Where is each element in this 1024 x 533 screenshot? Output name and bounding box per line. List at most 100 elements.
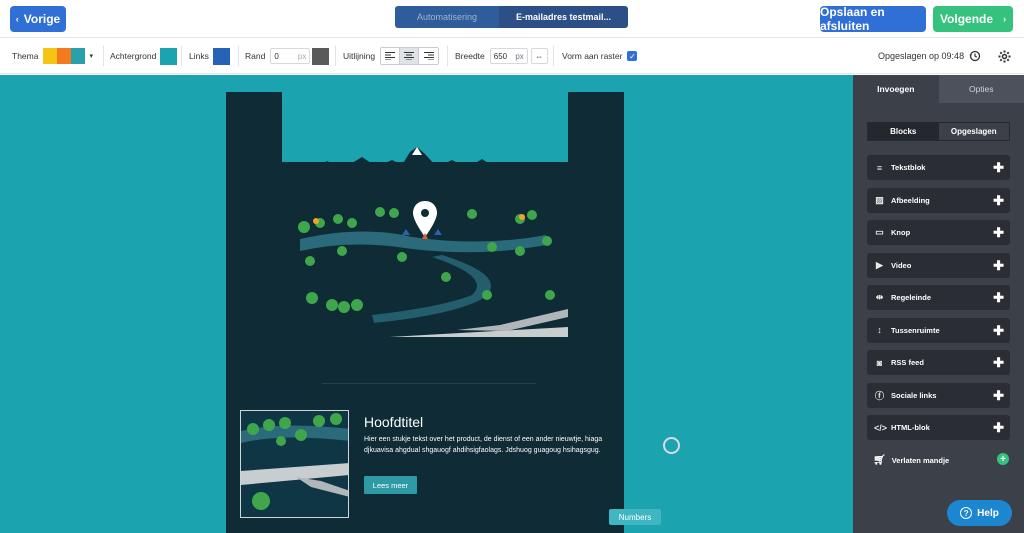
- add-icon[interactable]: +: [997, 453, 1009, 465]
- add-icon[interactable]: ✚: [993, 388, 1004, 404]
- email-body-text[interactable]: Hier een stukje tekst over het product, …: [364, 434, 604, 456]
- question-icon: ?: [960, 507, 973, 519]
- add-icon[interactable]: ✚: [993, 160, 1004, 176]
- chevron-down-icon: ▾: [89, 53, 93, 60]
- theme-label: Thema: [12, 51, 39, 61]
- top-bar: ‹ Vorige Automatisering E-mailadres test…: [0, 0, 1024, 38]
- block-spacer[interactable]: ↕ Tussenruimte ✚: [867, 317, 1010, 343]
- block-label: HTML-blok: [891, 423, 930, 432]
- block-text[interactable]: ≡ Tekstblok ✚: [867, 155, 1010, 180]
- step-test-email[interactable]: E-mailadres testmail...: [499, 6, 628, 28]
- block-label: Afbeelding: [891, 195, 930, 205]
- add-icon[interactable]: ✚: [993, 290, 1004, 306]
- chevron-right-icon: ›: [1003, 14, 1007, 24]
- save-close-button[interactable]: Opslaan en afsluiten: [820, 5, 926, 33]
- previous-button[interactable]: ‹ Vorige: [10, 6, 66, 32]
- block-label: Tussenruimte: [891, 325, 940, 335]
- grid-control[interactable]: Vorm aan raster ✓: [562, 38, 638, 74]
- style-toolbar: Thema ▾ Achtergrond Links Rand 0 px Uitl…: [0, 38, 1024, 74]
- width-input[interactable]: 650 px: [489, 48, 528, 64]
- add-icon[interactable]: ✚: [993, 420, 1004, 436]
- chevron-left-icon: ‹: [15, 14, 19, 24]
- block-social[interactable]: ⓕ Sociale links ✚: [867, 382, 1010, 408]
- blocks-panel: Invoegen Opties Blocks Opgeslagen ≡ Teks…: [853, 75, 1024, 533]
- align-center-icon[interactable]: [400, 48, 420, 64]
- grid-checkbox[interactable]: ✓: [627, 51, 638, 61]
- email-headline[interactable]: Hoofdtitel: [364, 414, 423, 430]
- grid-label: Vorm aan raster: [562, 51, 623, 61]
- background-control[interactable]: Achtergrond: [110, 38, 178, 74]
- border-width-unit: px: [297, 51, 307, 61]
- block-image[interactable]: ▨ Afbeelding ✚: [867, 187, 1010, 213]
- help-button[interactable]: ? Help: [947, 500, 1012, 526]
- border-label: Rand: [245, 51, 266, 61]
- panel-tabs: Invoegen Opties: [853, 75, 1024, 103]
- add-icon[interactable]: ✚: [993, 225, 1004, 241]
- panel-subtabs: Blocks Opgeslagen: [867, 122, 1010, 141]
- saved-text: Opgeslagen op 09:48: [878, 51, 965, 61]
- theme-color-2: [57, 48, 72, 64]
- border-control: Rand 0 px: [245, 38, 330, 74]
- subtab-saved[interactable]: Opgeslagen: [939, 123, 1010, 140]
- theme-color-3: [71, 48, 86, 64]
- theme-color-1: [43, 48, 58, 64]
- block-html[interactable]: </> HTML-blok ✚: [867, 415, 1010, 440]
- image-icon: ▨: [875, 194, 884, 205]
- add-icon[interactable]: ✚: [993, 193, 1004, 209]
- add-icon[interactable]: ✚: [993, 323, 1004, 339]
- block-divider[interactable]: ⇹ Regeleinde ✚: [867, 285, 1010, 310]
- add-icon[interactable]: ✚: [993, 355, 1004, 371]
- width-label: Breedte: [455, 51, 485, 61]
- alignment-control: Uitlijning: [343, 38, 440, 74]
- block-label: Tekstblok: [891, 163, 926, 172]
- align-left-icon[interactable]: [381, 48, 401, 64]
- spacer-icon: ↕: [877, 325, 882, 335]
- block-label: Knop: [891, 228, 911, 237]
- step-navigation: Automatisering E-mailadres testmail...: [395, 6, 628, 28]
- history-icon[interactable]: [969, 38, 981, 74]
- tab-insert[interactable]: Invoegen: [853, 75, 939, 103]
- saved-status: Opgeslagen op 09:48: [878, 38, 964, 74]
- theme-control[interactable]: Thema ▾: [12, 38, 93, 74]
- product-image[interactable]: [240, 410, 349, 518]
- links-control[interactable]: Links: [189, 38, 230, 74]
- links-label: Links: [189, 51, 209, 61]
- step-automation[interactable]: Automatisering: [395, 6, 499, 28]
- editor-canvas[interactable]: Hoofdtitel Hier een stukje tekst over he…: [0, 75, 853, 533]
- block-button[interactable]: ▭ Knop ✚: [867, 220, 1010, 245]
- code-icon: </>: [874, 422, 888, 433]
- email-preview[interactable]: Hoofdtitel Hier een stukje tekst over he…: [226, 92, 624, 533]
- alignment-label: Uitlijning: [343, 51, 376, 61]
- help-label: Help: [977, 507, 999, 519]
- previous-label: Vorige: [23, 12, 61, 26]
- add-icon[interactable]: ✚: [993, 258, 1004, 274]
- facebook-icon: ⓕ: [874, 390, 884, 401]
- read-more-button[interactable]: Lees meer: [364, 476, 417, 494]
- links-color-swatch[interactable]: [212, 47, 230, 65]
- border-color-swatch[interactable]: [312, 47, 330, 65]
- cart-label: Verlaten mandje: [891, 456, 950, 465]
- border-width-input[interactable]: 0 px: [270, 48, 311, 64]
- subtab-blocks[interactable]: Blocks: [868, 123, 939, 140]
- next-label: Volgende: [939, 12, 994, 26]
- background-color-swatch[interactable]: [160, 47, 178, 65]
- block-video[interactable]: ▶ Video ✚: [867, 252, 1010, 278]
- alignment-buttons: [380, 47, 440, 65]
- block-label: RSS feed: [891, 358, 924, 367]
- cart-icon: 🛒︎: [873, 455, 886, 466]
- rss-icon: ◙: [876, 357, 883, 368]
- width-value: 650: [493, 51, 508, 61]
- text-lines-icon: ≡: [876, 162, 883, 173]
- align-right-icon[interactable]: [419, 48, 438, 64]
- settings-gear-icon[interactable]: [998, 38, 1011, 74]
- hero-illustration: [282, 147, 568, 337]
- tab-options[interactable]: Opties: [938, 75, 1024, 103]
- background-label: Achtergrond: [110, 51, 157, 61]
- next-button[interactable]: Volgende ›: [933, 6, 1013, 32]
- numbers-tooltip: Numbers: [609, 509, 661, 525]
- divider-line: [322, 383, 536, 384]
- abandoned-cart-block[interactable]: 🛒︎ Verlaten mandje +: [873, 453, 1009, 466]
- width-expand-icon[interactable]: ⇔: [530, 48, 548, 64]
- play-icon: ▶: [876, 259, 883, 270]
- block-rss[interactable]: ◙ RSS feed ✚: [867, 350, 1010, 375]
